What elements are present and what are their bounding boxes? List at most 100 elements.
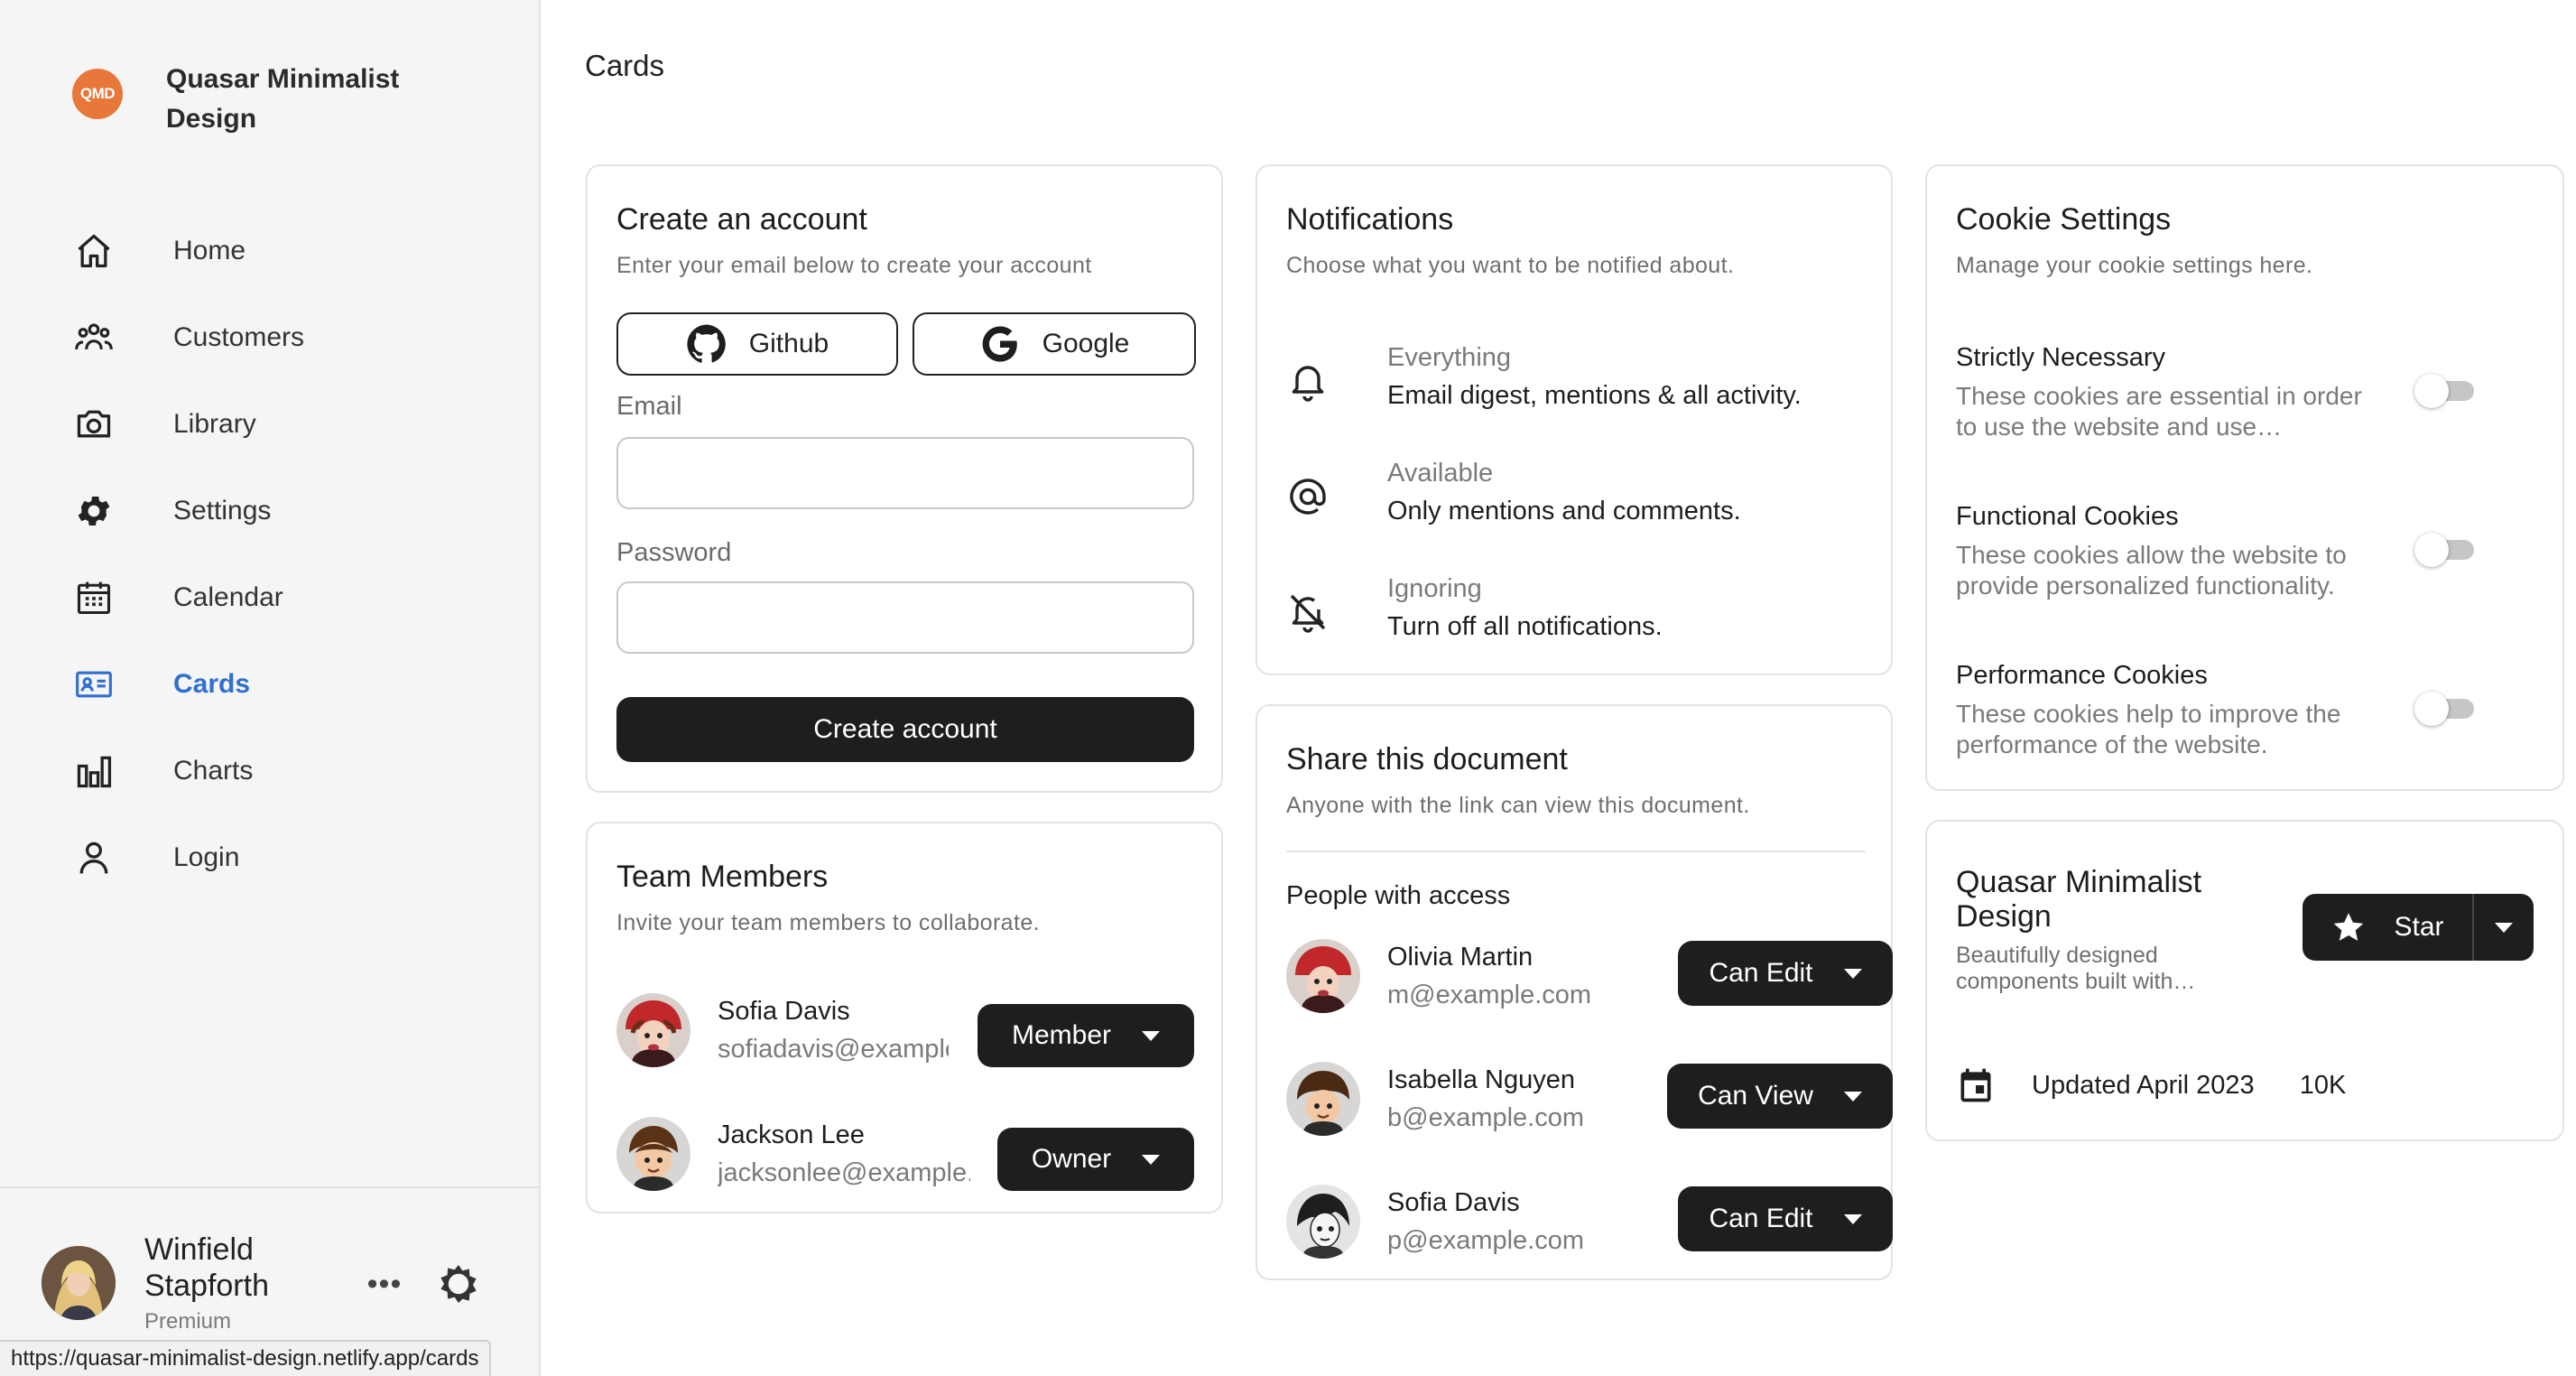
- google-button[interactable]: Google: [913, 312, 1196, 376]
- chevron-down-icon: [2495, 922, 2513, 933]
- google-icon: [982, 326, 1017, 362]
- card-subtitle: Manage your cookie settings here.: [1956, 253, 2313, 278]
- avatar: [1286, 1185, 1360, 1259]
- card-title: Share this document: [1286, 742, 1568, 776]
- cookie-description: These cookies allow the website to provi…: [1956, 541, 2347, 600]
- user-plan: Premium: [144, 1309, 232, 1334]
- notification-option[interactable]: Everything Email digest, mentions & all …: [1286, 343, 1864, 424]
- chevron-down-icon: [1142, 1154, 1161, 1165]
- sidebar-item-label: Calendar: [173, 582, 283, 612]
- people-icon: [72, 316, 116, 359]
- performance-cookies-toggle[interactable]: [2414, 692, 2474, 726]
- sidebar-item-calendar[interactable]: Calendar: [72, 554, 505, 641]
- email-label: Email: [616, 392, 682, 421]
- team-member-row: Sofia Davis sofiadavis@example.com Membe…: [616, 993, 1194, 1074]
- email-field[interactable]: [616, 437, 1194, 509]
- person-row: Isabella Nguyen b@example.com Can View: [1286, 1062, 1893, 1143]
- strictly-necessary-toggle[interactable]: [2414, 374, 2474, 408]
- permission-label: Can View: [1698, 1081, 1813, 1111]
- notification-option[interactable]: Available Only mentions and comments.: [1286, 459, 1864, 540]
- card-subtitle: Choose what you want to be notified abou…: [1286, 253, 1735, 278]
- cookie-title: Strictly Necessary: [1956, 343, 2166, 372]
- cookie-description: These cookies help to improve the perfor…: [1956, 700, 2341, 758]
- sidebar-item-label: Library: [173, 409, 256, 439]
- role-dropdown[interactable]: Member: [978, 1004, 1194, 1067]
- permission-dropdown[interactable]: Can Edit: [1678, 1186, 1893, 1251]
- sidebar-item-label: Home: [173, 236, 246, 265]
- calendar-icon: [72, 576, 116, 619]
- notification-heading: Everything: [1387, 343, 1512, 372]
- google-label: Google: [1042, 329, 1130, 358]
- sidebar-item-cards[interactable]: Cards: [72, 641, 505, 728]
- role-dropdown[interactable]: Owner: [997, 1128, 1194, 1191]
- avatar: [616, 993, 690, 1067]
- sidebar-item-label: Settings: [173, 496, 272, 525]
- role-label: Owner: [1031, 1144, 1112, 1174]
- star-icon: [2334, 913, 2364, 941]
- functional-cookies-toggle[interactable]: [2414, 533, 2474, 567]
- share-document-card: Share this document Anyone with the link…: [1256, 704, 1893, 1280]
- notification-description: Only mentions and comments.: [1387, 497, 1741, 525]
- password-field[interactable]: [616, 581, 1194, 654]
- person-row: Sofia Davis p@example.com Can Edit: [1286, 1185, 1893, 1266]
- more-options-button[interactable]: •••: [361, 1260, 408, 1307]
- at-sign-icon: [1290, 479, 1326, 515]
- permission-dropdown[interactable]: Can Edit: [1678, 941, 1893, 1006]
- create-account-button[interactable]: Create account: [616, 697, 1194, 762]
- sidebar-item-label: Login: [173, 842, 240, 872]
- notification-description: Email digest, mentions & all activity.: [1387, 381, 1802, 410]
- star-label: Star: [2394, 912, 2444, 942]
- cookie-title: Performance Cookies: [1956, 661, 2208, 690]
- github-icon: [687, 324, 726, 363]
- role-label: Member: [1011, 1020, 1112, 1050]
- sidebar: QMD Quasar Minimalist Design Home Custom…: [0, 0, 541, 1376]
- cookie-description: These cookies are essential in order to …: [1956, 382, 2362, 441]
- notification-option[interactable]: Ignoring Turn off all notifications.: [1286, 574, 1864, 655]
- star-dropdown-button[interactable]: [2474, 894, 2534, 961]
- sidebar-item-library[interactable]: Library: [72, 381, 505, 468]
- permission-dropdown[interactable]: Can View: [1667, 1064, 1893, 1129]
- chevron-down-icon: [1142, 1030, 1161, 1041]
- star-button[interactable]: Star: [2303, 894, 2474, 961]
- theme-toggle-button[interactable]: [433, 1259, 484, 1309]
- sun-icon: [440, 1265, 477, 1303]
- person-email: b@example.com: [1387, 1103, 1585, 1132]
- toggle-thumb: [2414, 692, 2449, 726]
- notification-description: Turn off all notifications.: [1387, 612, 1663, 641]
- member-email: jacksonlee@example.com: [718, 1158, 970, 1187]
- avatar: [1286, 1062, 1360, 1136]
- team-members-card: Team Members Invite your team members to…: [586, 822, 1223, 1213]
- person-row: Olivia Martin m@example.com Can Edit: [1286, 939, 1893, 1020]
- person-email: p@example.com: [1387, 1226, 1585, 1255]
- calendar-event-icon: [1960, 1068, 1991, 1102]
- permission-label: Can Edit: [1709, 1204, 1813, 1233]
- member-name: Sofia Davis: [718, 997, 850, 1026]
- github-button[interactable]: Github: [616, 312, 898, 376]
- sidebar-item-label: Customers: [173, 322, 305, 352]
- sidebar-item-customers[interactable]: Customers: [72, 294, 505, 381]
- sidebar-item-home[interactable]: Home: [72, 208, 505, 294]
- card-title: Create an account: [616, 202, 867, 237]
- notification-heading: Ignoring: [1387, 574, 1482, 603]
- gear-icon: [72, 489, 116, 533]
- sidebar-item-login[interactable]: Login: [72, 814, 505, 901]
- cookie-settings-card: Cookie Settings Manage your cookie setti…: [1925, 164, 2564, 791]
- sidebar-item-settings[interactable]: Settings: [72, 468, 505, 554]
- brand-logo: QMD: [72, 69, 123, 119]
- repository-card: Quasar Minimalist Design Beautifully des…: [1925, 820, 2564, 1141]
- avatar: [616, 1117, 690, 1191]
- repo-updated: Updated April 2023: [2032, 1070, 2255, 1100]
- brand[interactable]: QMD Quasar Minimalist Design: [72, 60, 437, 139]
- person-icon: [72, 836, 116, 879]
- person-name: Isabella Nguyen: [1387, 1065, 1575, 1094]
- status-bar-url: https://quasar-minimalist-design.netlify…: [0, 1340, 492, 1376]
- bell-icon: [1292, 366, 1324, 402]
- sidebar-item-charts[interactable]: Charts: [72, 728, 505, 814]
- card-subtitle: Enter your email below to create your ac…: [616, 253, 1092, 278]
- divider: [1286, 851, 1866, 852]
- github-label: Github: [748, 329, 829, 358]
- avatar[interactable]: [42, 1246, 116, 1320]
- sidebar-nav: Home Customers Library Settings Calendar: [72, 208, 505, 901]
- home-icon: [72, 229, 116, 273]
- user-name: Winfield Stapforth: [144, 1232, 269, 1303]
